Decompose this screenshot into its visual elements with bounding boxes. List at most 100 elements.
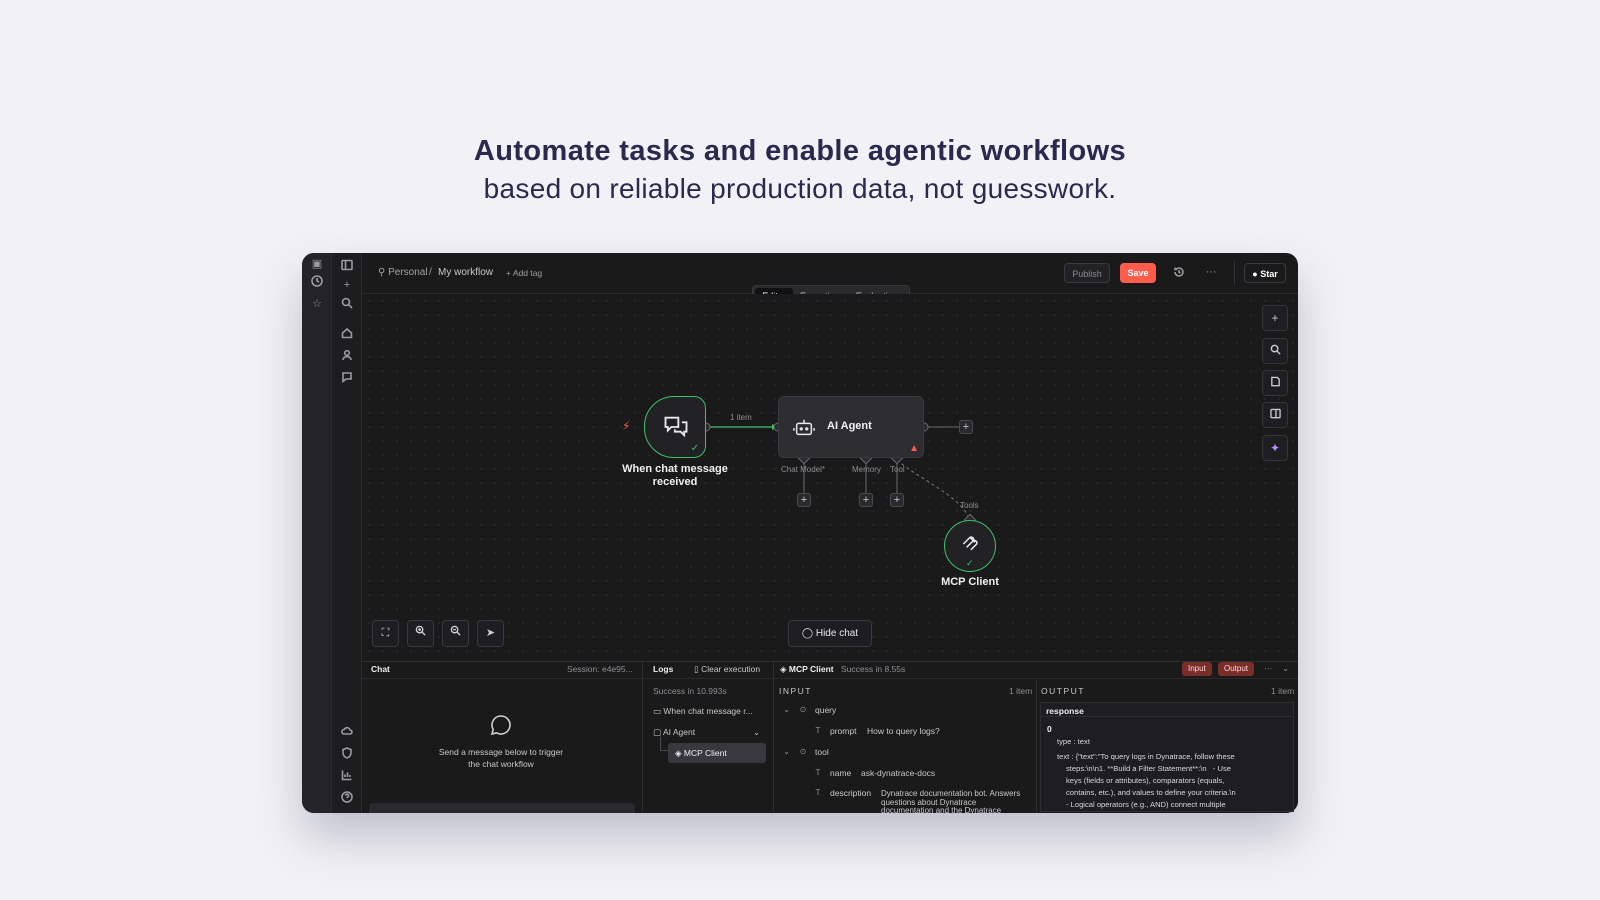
chat-input[interactable] xyxy=(369,803,635,813)
add-node-button[interactable]: + xyxy=(1262,305,1288,331)
shield-icon[interactable] xyxy=(340,747,354,763)
tools-label: Tools xyxy=(960,501,979,510)
mcp-label: MCP Client xyxy=(941,576,999,588)
log-item-trigger[interactable]: ▭ When chat message r... xyxy=(653,706,753,717)
canvas-search-button[interactable] xyxy=(1262,338,1288,364)
breadcrumb-project[interactable]: ⚲ Personal xyxy=(378,267,428,278)
field-name-key: name xyxy=(830,768,852,778)
save-button[interactable]: Save xyxy=(1120,263,1156,283)
add-tag-link[interactable]: + Add tag xyxy=(506,268,542,278)
add-chat-model-button[interactable]: + xyxy=(797,493,811,507)
chat-bubbles-icon xyxy=(664,416,688,438)
search-icon[interactable] xyxy=(340,297,354,313)
more-icon[interactable]: ··· xyxy=(1204,265,1218,279)
chat-panel-title: Chat xyxy=(371,664,390,674)
hide-chat-button[interactable]: ◯ Hide chat xyxy=(788,620,872,647)
sidebar: + xyxy=(332,253,362,813)
output-text-line3: keys (fields or attributes), comparators… xyxy=(1066,776,1225,785)
field-query: query xyxy=(815,705,837,715)
workflow-name[interactable]: My workflow xyxy=(438,267,493,278)
output-button[interactable]: Output xyxy=(1218,662,1255,676)
hero-title: Automate tasks and enable agentic workfl… xyxy=(473,135,1127,167)
trash-icon: ▯ xyxy=(694,664,699,674)
chevron-down-icon[interactable]: ⌄ xyxy=(783,746,790,757)
input-button[interactable]: Input xyxy=(1182,662,1212,676)
log-item-label: AI Agent xyxy=(662,727,696,737)
robot-icon xyxy=(793,419,815,436)
more-icon[interactable]: ··· xyxy=(1264,663,1273,673)
history-icon[interactable] xyxy=(1172,266,1186,282)
github-star-button[interactable]: ● Star xyxy=(1244,263,1286,283)
trigger-bolt-icon: ⚡ xyxy=(622,419,631,433)
home-icon[interactable] xyxy=(340,327,354,343)
log-item-label: When chat message r... xyxy=(663,706,753,716)
publish-button[interactable]: Publish xyxy=(1064,263,1110,283)
hero-subtitle: based on reliable production data, not g… xyxy=(483,173,1117,204)
field-tool: tool xyxy=(815,747,829,757)
left-rail: ▣ ☆ xyxy=(302,253,332,813)
panel-toggle-icon[interactable] xyxy=(340,259,354,275)
field-description-line1: Dynatrace documentation bot. Answers xyxy=(881,789,1021,798)
hide-chat-label: Hide chat xyxy=(815,628,859,639)
add-after-agent-button[interactable]: + xyxy=(959,420,973,434)
log-item-mcp[interactable]: ◈ MCP Client xyxy=(675,748,727,759)
pointer-button[interactable]: ➤ xyxy=(477,620,504,647)
divider xyxy=(773,661,774,813)
output-response-key: response xyxy=(1046,706,1084,716)
chat-bubble-icon: ◯ xyxy=(801,628,814,639)
mcp-icon: ◈ xyxy=(780,664,787,674)
robot-icon: ▢ xyxy=(653,727,662,737)
logo-icon: ▣ xyxy=(311,258,323,270)
detail-node-label: MCP Client xyxy=(788,664,834,674)
logs-status: Success in 10.993s xyxy=(653,686,727,696)
star-label: Star xyxy=(1260,269,1278,279)
divider xyxy=(642,661,643,813)
chart-icon[interactable] xyxy=(340,769,354,785)
hero: Automate tasks and enable agentic workfl… xyxy=(0,132,1600,208)
node-chat-trigger[interactable]: ✓ xyxy=(644,396,706,458)
help-icon[interactable] xyxy=(340,791,354,807)
divider xyxy=(1042,716,1292,717)
success-check-icon: ✓ xyxy=(690,443,699,454)
field-description-key: description xyxy=(830,788,872,798)
star-icon[interactable]: ☆ xyxy=(310,297,324,311)
warning-icon: ▲ xyxy=(909,443,919,454)
output-count: 1 item xyxy=(1271,686,1295,696)
input-header: INPUT xyxy=(779,686,812,696)
output-text-line4: contains, etc.), and values to define yo… xyxy=(1066,788,1236,797)
panel-right-button[interactable] xyxy=(1262,402,1288,428)
chevron-down-icon[interactable]: ⌄ xyxy=(1282,663,1289,674)
output-text-line1: text : {"text":"To query logs in Dynatra… xyxy=(1057,752,1235,761)
node-mcp-client[interactable]: ✓ xyxy=(944,520,996,572)
tree-connector xyxy=(660,737,668,751)
chat-empty-icon xyxy=(490,715,511,736)
output-header: OUTPUT xyxy=(1041,686,1085,696)
plus-icon[interactable]: + xyxy=(340,278,354,292)
clock-icon[interactable] xyxy=(310,275,324,291)
logs-panel-title: Logs xyxy=(653,664,674,674)
object-icon: ⊙ xyxy=(799,747,807,756)
user-icon[interactable] xyxy=(340,349,354,365)
zoom-in-button[interactable] xyxy=(407,620,434,647)
connection-item-count: 1 item xyxy=(730,413,752,422)
add-tool-button[interactable]: + xyxy=(890,493,904,507)
sticky-note-button[interactable] xyxy=(1262,370,1288,396)
chevron-down-icon[interactable]: ⌄ xyxy=(753,727,760,738)
fit-view-button[interactable]: ⛶ xyxy=(372,620,399,647)
agent-label: AI Agent xyxy=(827,420,872,432)
cloud-icon[interactable] xyxy=(340,725,354,741)
workflow-canvas[interactable] xyxy=(362,294,1298,661)
clear-execution-button[interactable]: ▯ Clear execution xyxy=(694,664,760,675)
node-ai-agent[interactable]: AI Agent ▲ xyxy=(778,396,924,458)
zoom-out-button[interactable] xyxy=(442,620,469,647)
trigger-label-line1: When chat message xyxy=(622,463,728,475)
output-type-line: type : text xyxy=(1057,737,1090,746)
chevron-down-icon[interactable]: ⌄ xyxy=(783,704,790,715)
chat-icon[interactable] xyxy=(340,371,354,387)
add-memory-button[interactable]: + xyxy=(859,493,873,507)
detail-node-title: ◈ MCP Client xyxy=(780,664,834,675)
ai-sparkle-button[interactable]: ✦ xyxy=(1262,435,1288,461)
output-index: 0 xyxy=(1047,724,1052,734)
divider xyxy=(1234,261,1235,285)
sub-chat-model-label: Chat Model* xyxy=(781,465,826,474)
